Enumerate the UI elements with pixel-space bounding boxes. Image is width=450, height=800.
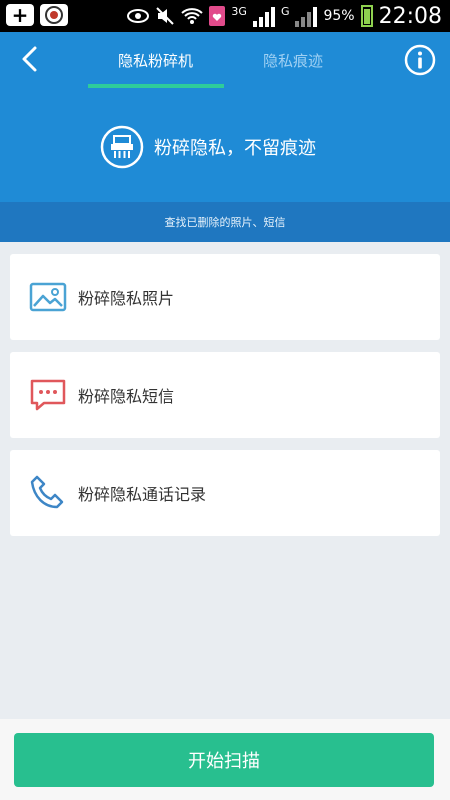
subtitle-text: 查找已删除的照片、短信: [164, 216, 286, 229]
shred-messages-item[interactable]: 粉碎隐私短信: [10, 352, 440, 438]
phone-icon: [30, 475, 64, 509]
subtitle-bar: 查找已删除的照片、短信: [0, 202, 450, 242]
signal-icon: [252, 5, 275, 27]
signal-icon-2: [295, 5, 318, 27]
back-icon[interactable]: [16, 44, 46, 74]
shred-messages-label: 粉碎隐私短信: [78, 387, 175, 406]
app-pink-icon: [209, 6, 226, 26]
header: 隐私粉碎机 隐私痕迹 粉碎隐私，不留痕迹 查找已删除的照片、短信: [0, 32, 450, 242]
hero-title: 粉碎隐私，不留痕迹: [154, 138, 316, 159]
wifi-icon: [181, 8, 204, 24]
info-icon[interactable]: [404, 44, 436, 76]
mute-icon: [156, 7, 175, 25]
app-notification-icon: [40, 4, 68, 26]
message-icon: [30, 379, 66, 411]
battery-icon: [360, 5, 373, 27]
tab-privacy-traces[interactable]: 隐私痕迹: [263, 50, 323, 71]
clock: 22:08: [378, 3, 442, 29]
battery-percent: 95%: [323, 8, 355, 24]
start-scan-button[interactable]: 开始扫描: [14, 733, 434, 787]
shred-call-log-label: 粉碎隐私通话记录: [78, 485, 207, 504]
network-type-g: G: [280, 4, 290, 18]
shred-photos-item[interactable]: 粉碎隐私照片: [10, 254, 440, 340]
hero: 粉碎隐私，不留痕迹: [100, 125, 316, 169]
network-type-3g: 3G: [231, 4, 247, 18]
photo-icon: [29, 282, 67, 312]
add-notification-icon: +: [6, 4, 34, 26]
shredder-icon: [100, 125, 144, 169]
eye-icon: [127, 9, 150, 23]
notification-icons: +: [6, 4, 68, 26]
tab-privacy-shredder[interactable]: 隐私粉碎机: [118, 50, 193, 71]
shred-photos-label: 粉碎隐私照片: [78, 289, 175, 308]
shred-call-log-item[interactable]: 粉碎隐私通话记录: [10, 450, 440, 536]
active-tab-indicator: [88, 84, 224, 88]
status-bar: + 3G G 95% 22:08: [0, 0, 450, 32]
start-scan-label: 开始扫描: [188, 751, 260, 772]
